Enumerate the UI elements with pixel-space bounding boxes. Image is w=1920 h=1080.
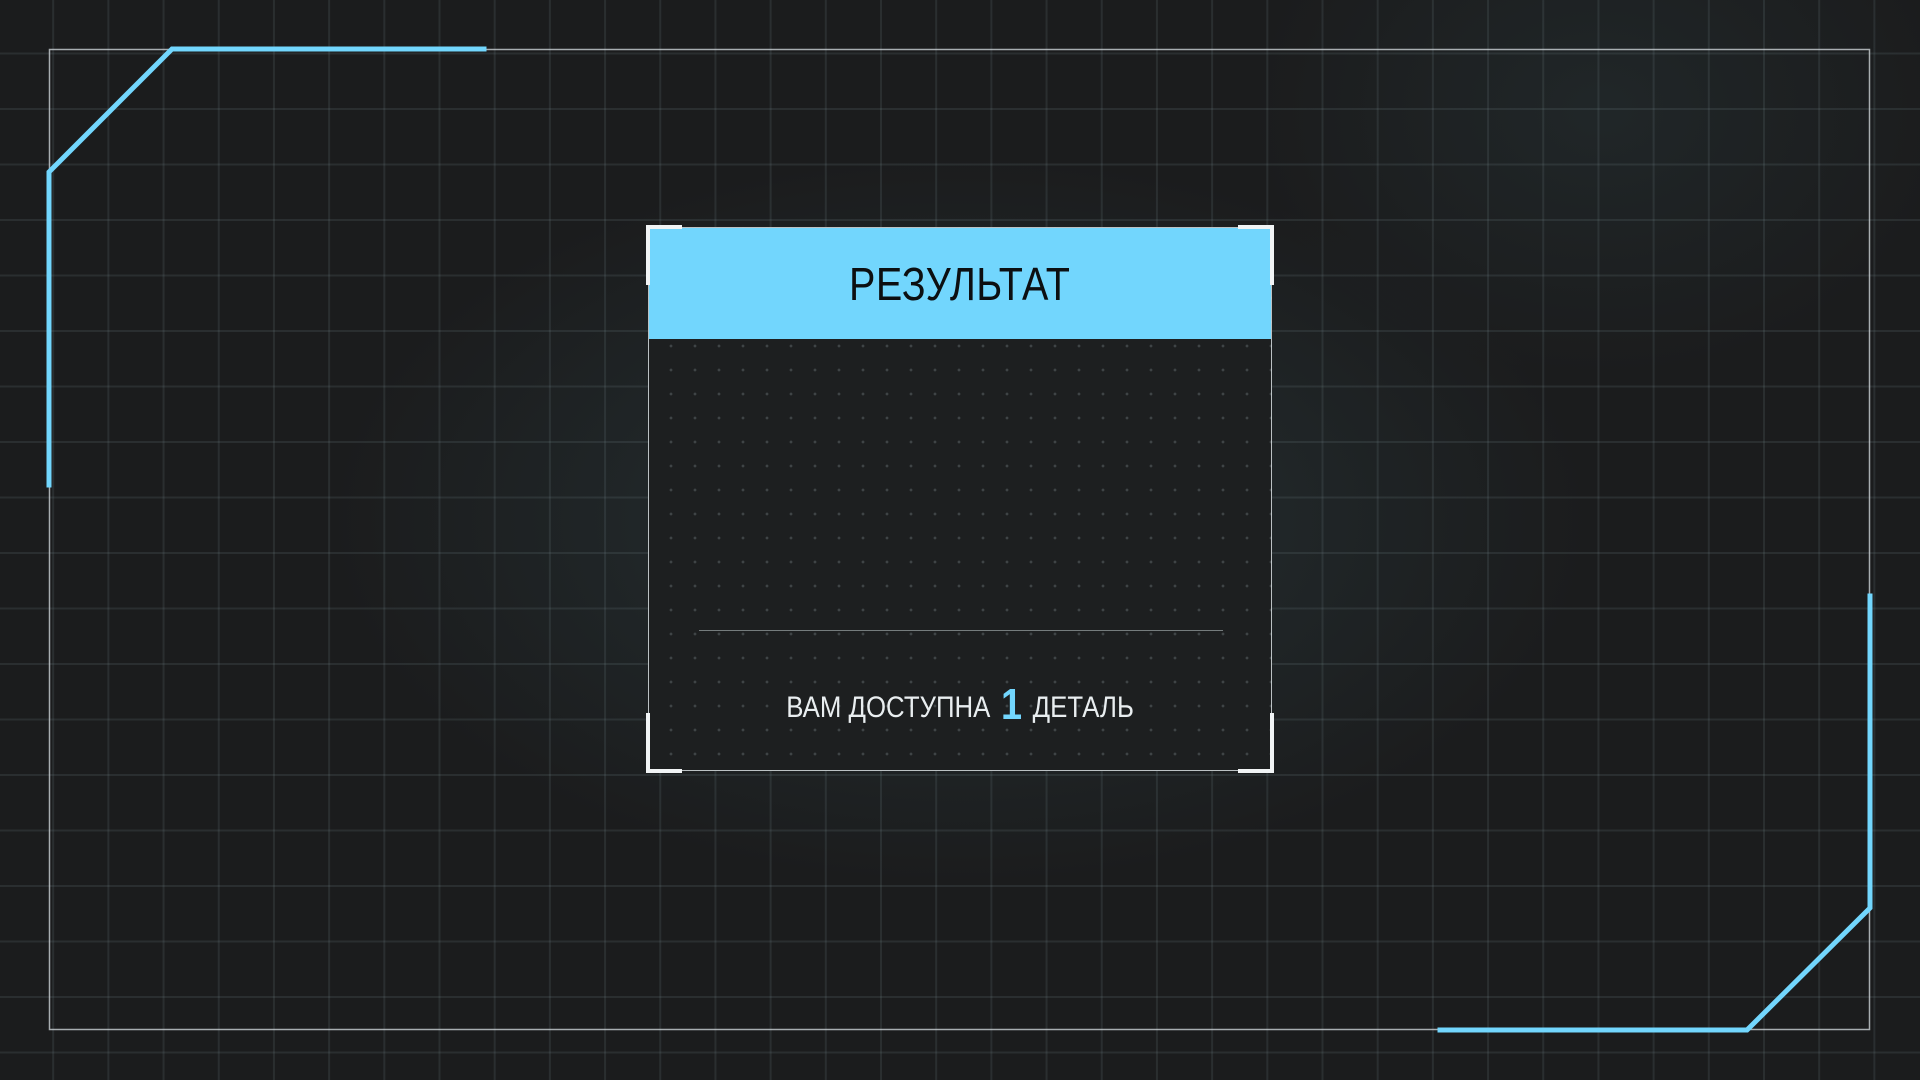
screen-background: РЕЗУЛЬТАТ ВАМ ДОСТУПНА 1 ДЕТАЛЬ xyxy=(0,0,1920,1080)
panel-corner-bracket-top-right xyxy=(1238,225,1274,285)
result-divider xyxy=(699,630,1223,631)
result-panel-header: РЕЗУЛЬТАТ xyxy=(649,228,1271,339)
panel-corner-bracket-top-left xyxy=(646,225,682,285)
panel-corner-bracket-bottom-right xyxy=(1238,713,1274,773)
result-message-suffix: ДЕТАЛЬ xyxy=(1032,691,1134,724)
result-title: РЕЗУЛЬТАТ xyxy=(849,257,1071,310)
hud-corner-accent-bottom-right xyxy=(1437,593,1873,1033)
panel-corner-bracket-bottom-left xyxy=(646,713,682,773)
result-count: 1 xyxy=(1000,680,1022,729)
result-panel: РЕЗУЛЬТАТ ВАМ ДОСТУПНА 1 ДЕТАЛЬ xyxy=(646,225,1274,773)
result-message: ВАМ ДОСТУПНА 1 ДЕТАЛЬ xyxy=(649,680,1271,730)
hud-corner-accent-top-left xyxy=(46,46,487,488)
result-message-prefix: ВАМ ДОСТУПНА xyxy=(786,691,991,724)
